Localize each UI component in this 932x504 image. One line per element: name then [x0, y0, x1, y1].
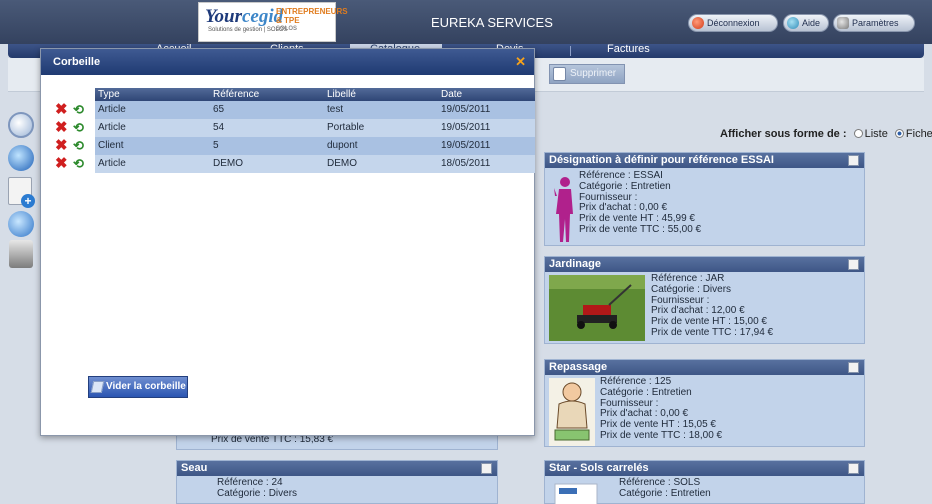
card-title: Désignation à définir pour référence ESS…	[545, 153, 864, 168]
product-card-seau[interactable]: Seau Référence : 24 Catégorie : Divers	[176, 460, 498, 504]
close-icon[interactable]: ✕	[515, 49, 526, 75]
new-document-icon[interactable]	[8, 177, 35, 208]
logo-side-text: ENTREPRENEURS & TPE SOLOS	[276, 7, 348, 32]
restore-icon[interactable]: ⟲	[73, 121, 84, 135]
table-header: Type Référence Libellé Date	[95, 88, 535, 101]
lawnmower-image	[549, 275, 645, 341]
card-checkbox[interactable]	[848, 259, 859, 270]
help-button[interactable]: Aide	[783, 14, 829, 32]
power-icon	[692, 17, 704, 29]
product-card-repassage[interactable]: Repassage Référence : 125 Catégorie : En…	[544, 359, 865, 447]
table-row: ✖ ⟲ Article 54 Portable 19/05/2011	[55, 119, 535, 137]
compass-icon[interactable]	[8, 145, 34, 171]
card-title: Star - Sols carrelés	[545, 461, 864, 476]
top-header: Yourcegid Solutions de gestion | SOLOS E…	[0, 0, 932, 44]
table-row: ✖ ⟲ Client 5 dupont 19/05/2011	[55, 137, 535, 155]
product-card-essai[interactable]: Désignation à définir pour référence ESS…	[544, 152, 865, 246]
stats-icon[interactable]	[8, 211, 34, 237]
card-title: Repassage	[545, 360, 864, 375]
product-bottle-image	[554, 483, 598, 504]
card-title: Seau	[177, 461, 497, 476]
trash-icon	[553, 67, 566, 81]
restore-icon[interactable]: ⟲	[73, 157, 84, 171]
restore-icon[interactable]: ⟲	[73, 103, 84, 117]
radio-list[interactable]	[853, 129, 863, 138]
delete-permanently-icon[interactable]: ✖	[55, 102, 68, 118]
settings-button[interactable]: Paramètres	[833, 14, 915, 32]
trash-table: Type Référence Libellé Date ✖ ⟲ Article …	[55, 88, 535, 173]
restore-icon[interactable]: ⟲	[73, 139, 84, 153]
trash-dialog: Corbeille ✕ Type Référence Libellé Date …	[40, 48, 535, 436]
delete-permanently-icon[interactable]: ✖	[55, 138, 68, 154]
yourcegid-logo: Yourcegid Solutions de gestion | SOLOS E…	[198, 2, 348, 42]
cleaner-silhouette-image	[554, 177, 573, 242]
card-title: Jardinage	[545, 257, 864, 272]
logo-wordmark: Yourcegid	[205, 6, 284, 27]
delete-permanently-icon[interactable]: ✖	[55, 120, 68, 136]
card-checkbox[interactable]	[481, 463, 492, 474]
card-checkbox[interactable]	[848, 155, 859, 166]
product-card-jardinage[interactable]: Jardinage Référence : JAR Catégorie : Di…	[544, 256, 865, 344]
nav-separator	[570, 46, 571, 56]
ironing-cartoon-image	[549, 378, 595, 446]
help-icon	[787, 17, 799, 29]
app-title: EUREKA SERVICES	[431, 15, 553, 30]
empty-trash-button[interactable]: Vider la corbeille	[88, 376, 188, 398]
nav-item-factures[interactable]: Factures	[607, 44, 650, 58]
delete-button[interactable]: Supprimer	[549, 64, 625, 84]
delete-permanently-icon[interactable]: ✖	[55, 156, 68, 172]
radio-card[interactable]	[894, 129, 904, 138]
search-icon[interactable]	[8, 112, 34, 138]
table-row: ✖ ⟲ Article 65 test 19/05/2011	[55, 101, 535, 119]
card-checkbox[interactable]	[848, 463, 859, 474]
dialog-title: Corbeille ✕	[41, 49, 534, 75]
trash-icon[interactable]	[9, 240, 33, 268]
logout-button[interactable]: Déconnexion	[688, 14, 778, 32]
table-row: ✖ ⟲ Article DEMO DEMO 18/05/2011	[55, 155, 535, 173]
card-checkbox[interactable]	[848, 362, 859, 373]
gear-icon	[837, 17, 849, 29]
view-mode-selector: Afficher sous forme de : Liste Fiche	[720, 128, 932, 140]
product-card-star[interactable]: Star - Sols carrelés Référence : SOLS Ca…	[544, 460, 865, 504]
broom-icon	[90, 381, 105, 393]
